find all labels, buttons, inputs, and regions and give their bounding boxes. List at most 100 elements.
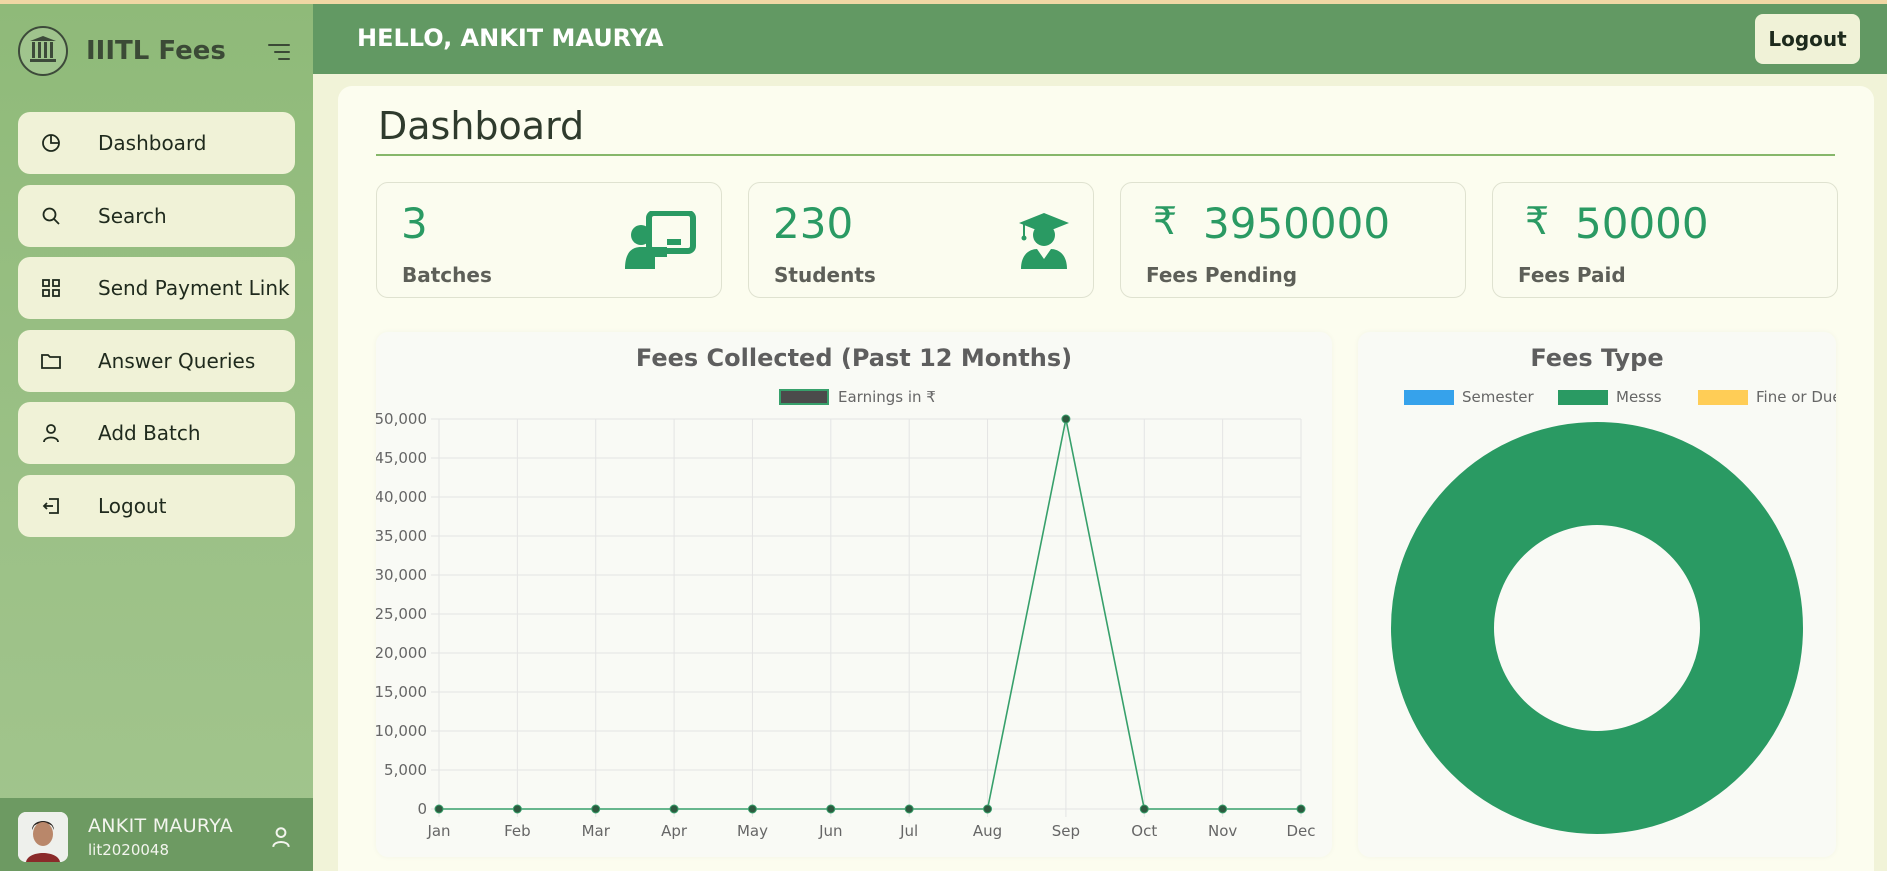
y-tick-label: 20,000 <box>376 644 427 662</box>
x-tick-label: Apr <box>661 822 688 840</box>
x-tick-label: Mar <box>582 822 611 840</box>
sidebar: IIITL Fees Dashboard Search Send Payment… <box>0 4 313 871</box>
stat-card-fees-paid: ₹ 50000 Fees Paid <box>1492 182 1838 298</box>
stat-label: Batches <box>402 263 492 287</box>
stat-card-students: 230 Students <box>748 182 1094 298</box>
chart-legend[interactable]: Semester Messs Fine or Due <box>1404 388 1836 406</box>
y-tick-label: 25,000 <box>376 605 427 623</box>
sidebar-item-label: Send Payment Link <box>98 276 290 300</box>
data-point[interactable] <box>1218 804 1228 814</box>
sidebar-item-label: Answer Queries <box>98 348 256 373</box>
y-tick-label: 0 <box>417 800 427 818</box>
fees-collected-line-chart: Earnings in ₹ 0 5,000 10,000 15,000 20,000 25,… <box>376 388 1316 840</box>
stat-label: Students <box>774 263 876 287</box>
data-point[interactable] <box>747 804 757 814</box>
sidebar-item-send-payment-link[interactable]: Send Payment Link <box>18 257 295 319</box>
y-tick-label: 45,000 <box>376 449 427 467</box>
sidebar-item-label: Search <box>98 203 167 228</box>
data-point[interactable] <box>983 804 993 814</box>
pie-chart-icon <box>40 132 62 154</box>
y-tick-label: 10,000 <box>376 722 427 740</box>
x-tick-label: Jul <box>899 822 918 840</box>
stat-value: 3950000 <box>1203 199 1391 248</box>
graduate-icon <box>1017 211 1071 275</box>
x-tick-label: Jun <box>818 822 842 840</box>
stat-value: 230 <box>773 199 854 248</box>
sidebar-item-label: Dashboard <box>98 131 207 155</box>
data-point[interactable] <box>512 804 522 814</box>
top-header: HELLO, ANKIT MAURYA Logout <box>313 4 1887 74</box>
search-icon <box>40 205 62 227</box>
avatar[interactable] <box>18 811 68 862</box>
x-tick-label: Aug <box>973 822 1002 840</box>
data-point[interactable] <box>1139 804 1149 814</box>
folder-icon <box>40 350 62 372</box>
legend-label: Semester <box>1462 388 1535 406</box>
x-tick-label: Sep <box>1052 822 1080 840</box>
legend-swatch <box>1558 390 1608 405</box>
title-divider <box>376 154 1835 156</box>
legend-swatch <box>779 389 829 405</box>
page-title: Dashboard <box>378 104 585 148</box>
x-tick-label: Nov <box>1208 822 1237 840</box>
profile-icon[interactable] <box>270 826 292 848</box>
stat-card-batches: 3 Batches <box>376 182 722 298</box>
sidebar-item-add-batch[interactable]: Add Batch <box>18 402 295 464</box>
main-content: Dashboard 3 Batches 230 Students ₹ 39500… <box>338 86 1874 871</box>
legend-label: Messs <box>1616 388 1662 406</box>
x-tick-label: Dec <box>1286 822 1315 840</box>
stat-value: 3 <box>401 199 428 248</box>
fees-type-doughnut-chart: Semester Messs Fine or Due <box>1391 388 1836 834</box>
sidebar-item-answer-queries[interactable]: Answer Queries <box>18 329 295 392</box>
stat-card-fees-pending: ₹ 3950000 Fees Pending <box>1120 182 1466 298</box>
user-id: lit2020048 <box>88 840 170 859</box>
logout-icon <box>40 495 62 517</box>
legend-swatch <box>1698 390 1748 405</box>
grid-icon <box>40 277 62 299</box>
sidebar-item-dashboard[interactable]: Dashboard <box>18 112 295 174</box>
stat-value: 50000 <box>1575 199 1709 248</box>
y-tick-label: 5,000 <box>384 761 427 779</box>
brand[interactable]: IIITL Fees <box>18 26 226 76</box>
sidebar-item-search[interactable]: Search <box>18 184 295 247</box>
iiitl-logo-icon <box>18 26 68 76</box>
chart-legend[interactable]: Earnings in ₹ <box>779 388 936 406</box>
legend-label: Fine or Due <box>1756 388 1836 406</box>
data-point[interactable] <box>1061 414 1071 424</box>
y-tick-label: 30,000 <box>376 566 427 584</box>
sidebar-item-label: Logout <box>98 493 167 518</box>
data-point[interactable] <box>904 804 914 814</box>
greeting: HELLO, ANKIT MAURYA <box>357 24 664 52</box>
teacher-board-icon <box>625 210 697 275</box>
brand-name: IIITL Fees <box>86 36 226 66</box>
data-point[interactable] <box>826 804 836 814</box>
sidebar-item-label: Add Batch <box>98 421 201 445</box>
stat-label: Fees Paid <box>1518 263 1626 287</box>
legend-swatch <box>1404 390 1454 405</box>
y-tick-label: 50,000 <box>376 410 427 428</box>
legend-label: Earnings in ₹ <box>838 388 936 406</box>
logout-button[interactable]: Logout <box>1755 14 1860 64</box>
data-point[interactable] <box>669 804 679 814</box>
sidebar-item-logout[interactable]: Logout <box>18 474 295 537</box>
fees-collected-chart-card: Fees Collected (Past 12 Months) Earnings… <box>376 332 1332 857</box>
y-tick-label: 15,000 <box>376 683 427 701</box>
data-point[interactable] <box>434 804 444 814</box>
user-name: ANKIT MAURYA <box>88 814 233 837</box>
user-icon <box>40 422 62 444</box>
user-panel: ANKIT MAURYA lit2020048 <box>0 798 313 871</box>
menu-toggle-icon[interactable] <box>268 42 292 62</box>
rupee-icon: ₹ <box>1525 199 1550 243</box>
x-tick-label: Jan <box>426 822 450 840</box>
data-point[interactable] <box>591 804 601 814</box>
x-tick-label: May <box>737 822 768 840</box>
rupee-icon: ₹ <box>1153 199 1178 243</box>
x-tick-label: Oct <box>1131 822 1157 840</box>
stat-label: Fees Pending <box>1146 263 1298 287</box>
sidebar-nav: Dashboard Search Send Payment Link Answe… <box>18 112 295 547</box>
y-tick-label: 40,000 <box>376 488 427 506</box>
fees-type-chart-card: Fees Type Semester Messs Fine or Due <box>1358 332 1836 857</box>
y-tick-label: 35,000 <box>376 527 427 545</box>
doughnut-slice[interactable] <box>1391 422 1803 834</box>
data-point[interactable] <box>1296 804 1306 814</box>
